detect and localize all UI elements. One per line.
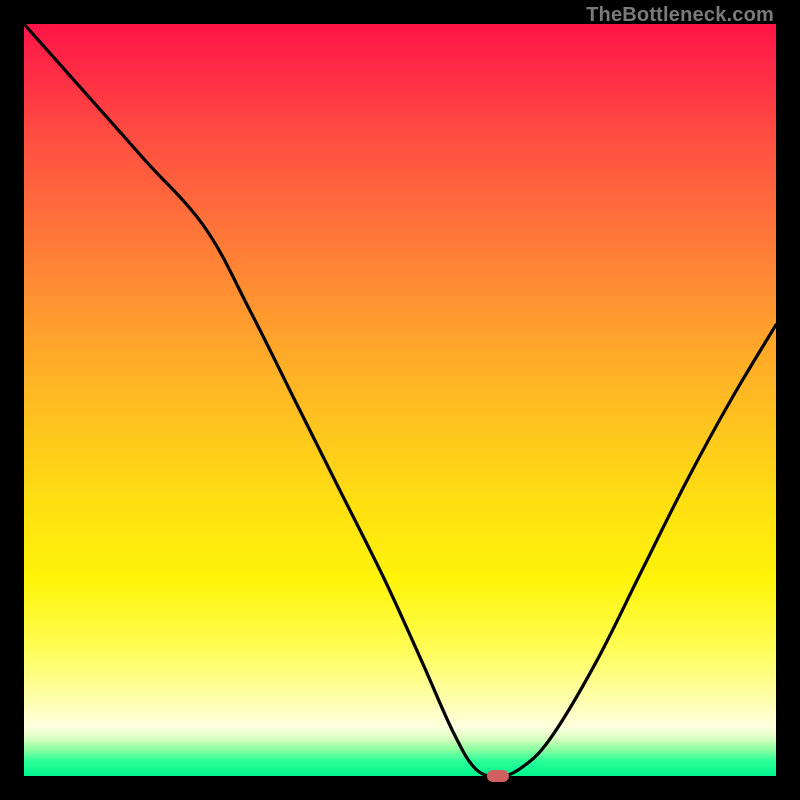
watermark-text: TheBottleneck.com	[586, 4, 774, 27]
plot-area	[24, 24, 776, 776]
chart-frame: TheBottleneck.com	[0, 0, 800, 800]
optimum-marker	[487, 770, 509, 782]
curve-svg	[24, 24, 776, 776]
bottleneck-curve-path	[24, 24, 776, 776]
